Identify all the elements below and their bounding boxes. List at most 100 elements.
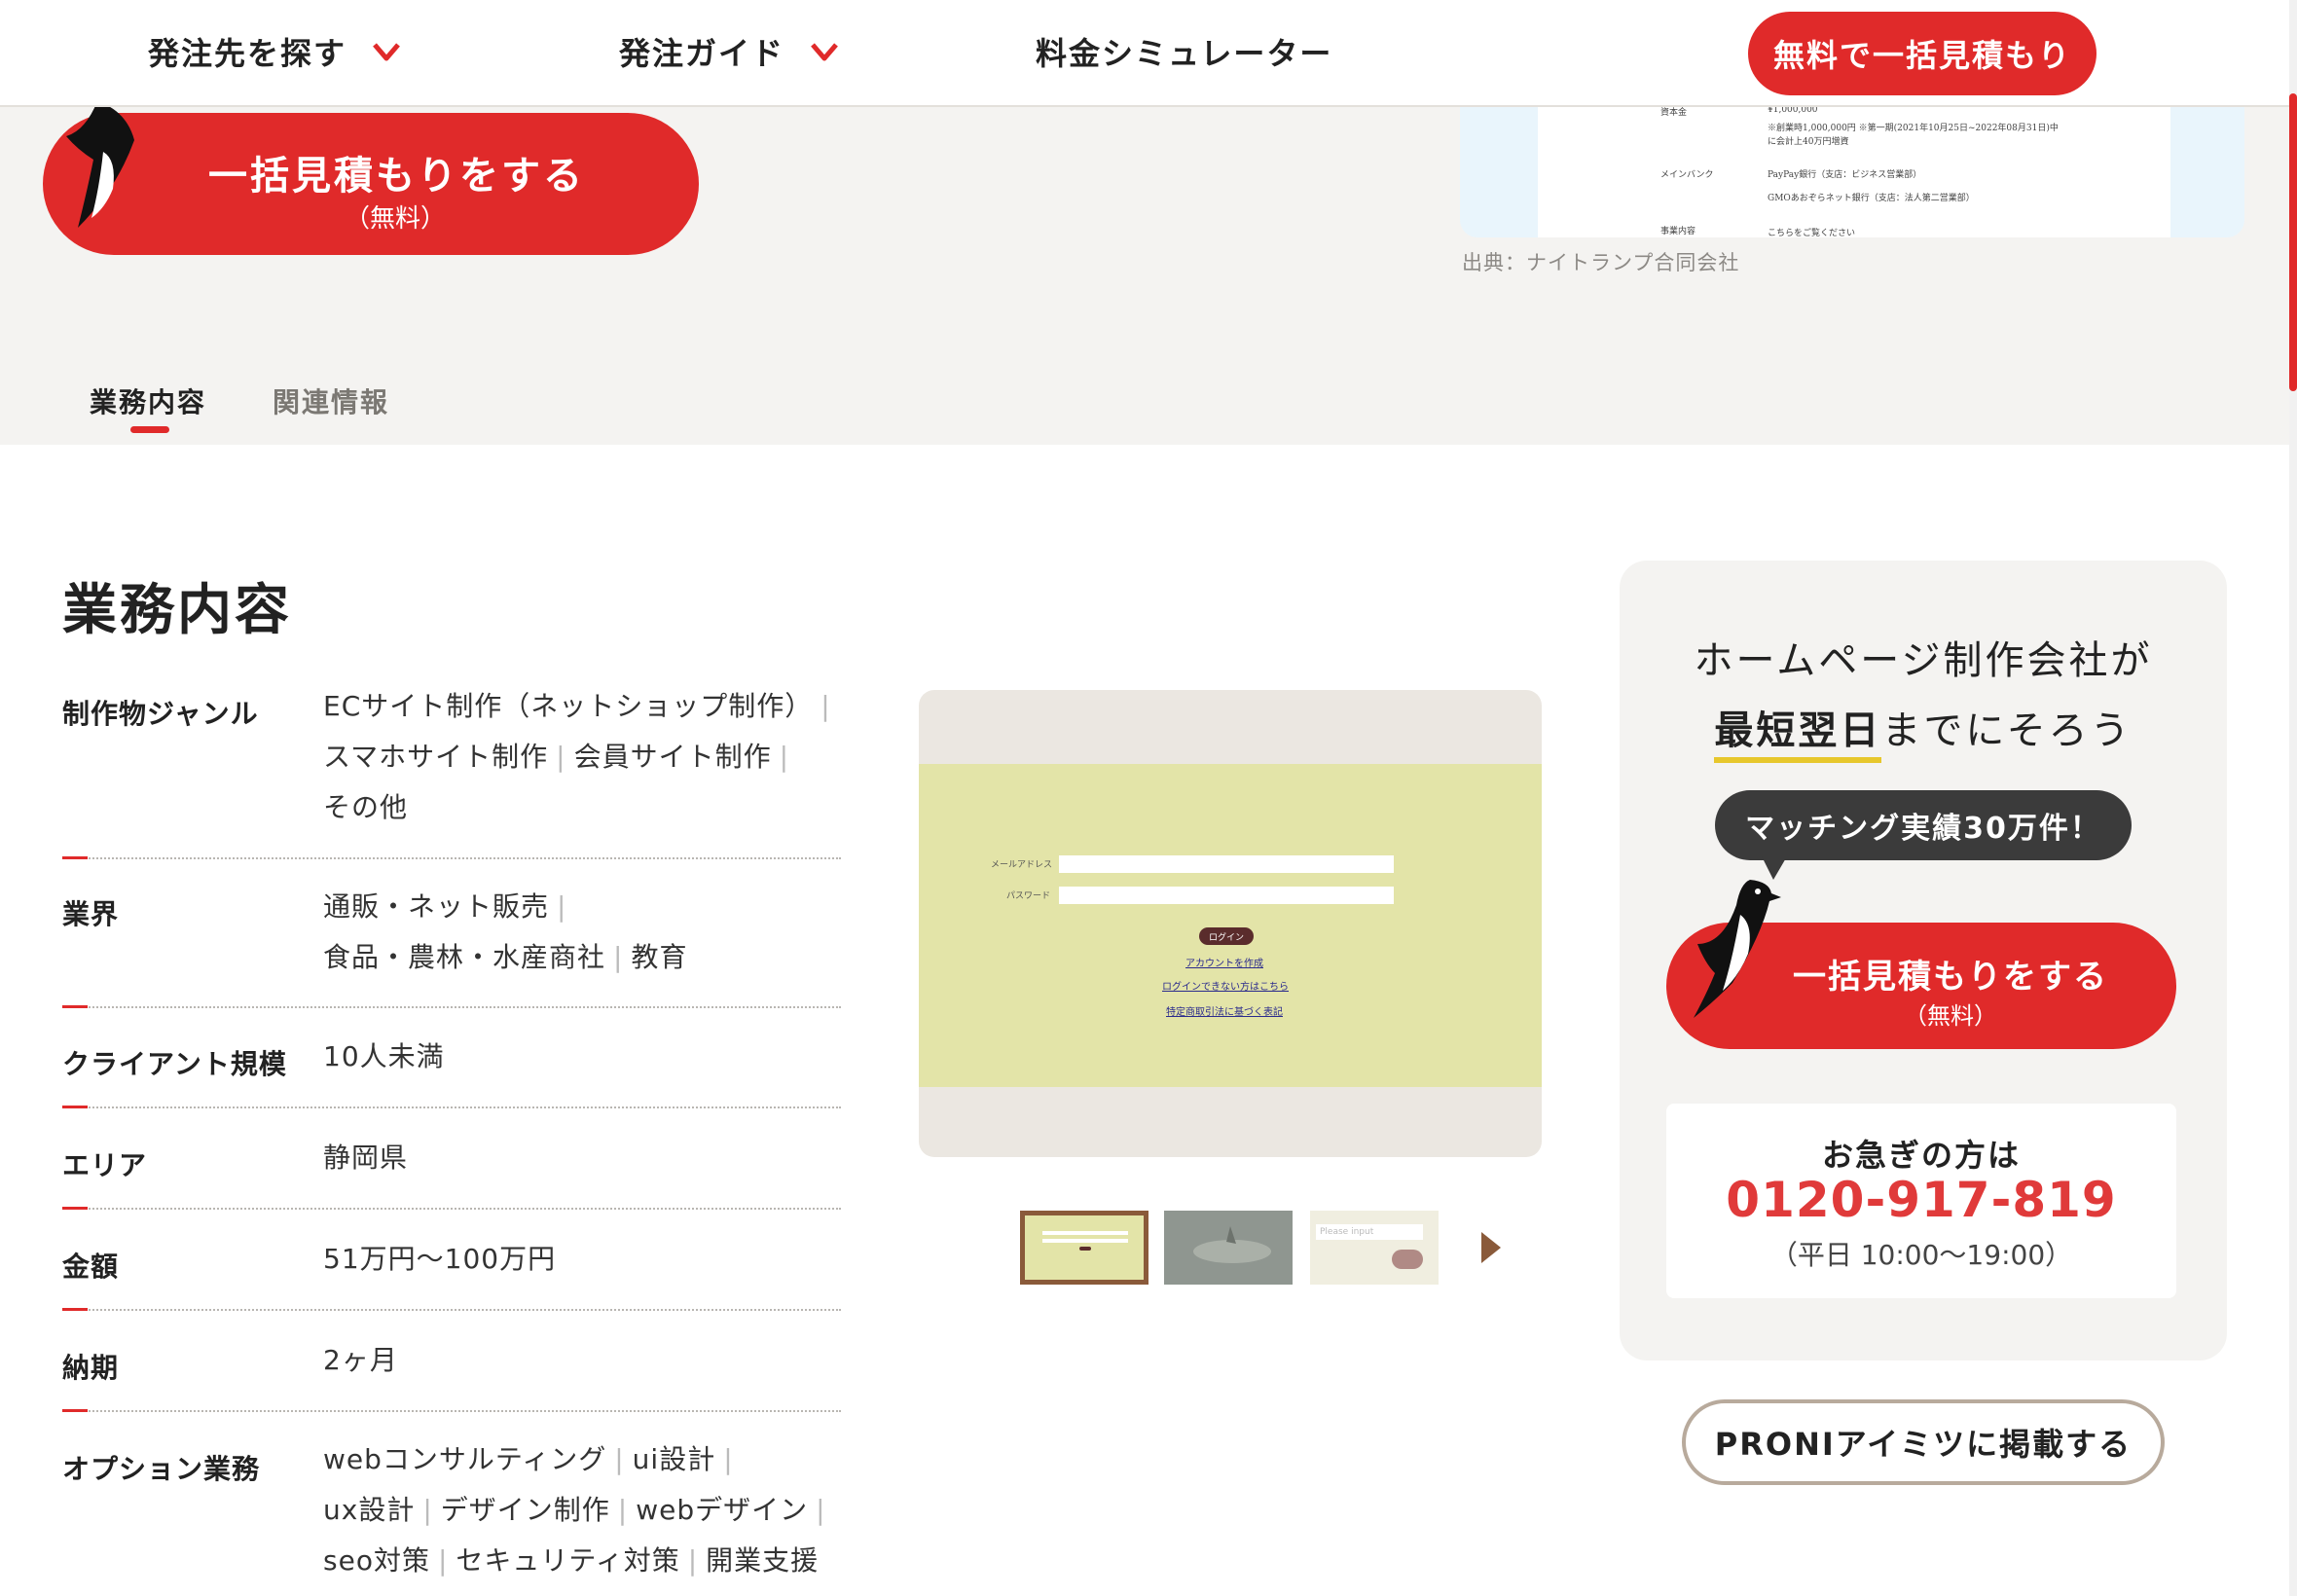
row-divider bbox=[62, 1410, 841, 1412]
login-button: ログイン bbox=[1199, 927, 1254, 945]
row-divider bbox=[62, 1106, 841, 1108]
spec-row-options: オプション業務 webコンサルティング | ui設計 | ux設計 | デザイン制作 | we… bbox=[62, 1443, 841, 1594]
create-account-link: アカウントを作成 bbox=[1185, 959, 1263, 969]
spec-label: エリア bbox=[62, 1149, 148, 1181]
password-label: パスワード bbox=[1006, 891, 1051, 901]
spec-value: 食品・農林・水産商社 bbox=[323, 941, 606, 973]
sidebar-highlight: 最短翌日 bbox=[1714, 708, 1882, 763]
spec-values: ECサイト制作（ネットショップ制作） | スマホサイト制作 | 会員サイト制作 | その… bbox=[323, 690, 831, 823]
spec-value: スマホサイト制作 bbox=[323, 741, 549, 773]
spec-value: webコンサルティング bbox=[323, 1443, 607, 1475]
spec-label: 制作物ジャンル bbox=[62, 698, 259, 730]
penguin-icon bbox=[1694, 880, 1781, 1018]
portfolio-screenshot: メールアドレス パスワード ログイン アカウントを作成 ログインできない方はこち… bbox=[919, 764, 1542, 1087]
site-header: 発注先を探す 発注ガイド 料金シミュレーター 無料で一括見積もり bbox=[0, 0, 2289, 107]
chevron-down-icon bbox=[811, 43, 838, 61]
spec-values: webコンサルティング | ui設計 | ux設計 | デザイン制作 | webデザイン | s… bbox=[323, 1443, 826, 1577]
row-accent bbox=[62, 1409, 88, 1412]
nav-label: 発注ガイド bbox=[619, 35, 785, 72]
row-accent bbox=[62, 856, 88, 859]
row-accent bbox=[62, 1005, 88, 1008]
scrollbar-thumb[interactable] bbox=[2289, 93, 2297, 391]
portfolio-image-viewer[interactable]: メールアドレス パスワード ログイン アカウントを作成 ログインできない方はこち… bbox=[919, 690, 1542, 1157]
spec-value: ECサイト制作（ネットショップ制作） bbox=[323, 690, 814, 722]
cta-label: 一括見積もりをする bbox=[208, 154, 585, 199]
phone-hours: （平日 10:00〜19:00） bbox=[1769, 1239, 2073, 1271]
image-credit: 出典：ナイトランプ合同会社 bbox=[1462, 251, 1740, 274]
thumb-search-button bbox=[1392, 1250, 1423, 1269]
doc-text: に会計上40万円増資 bbox=[1768, 137, 1849, 147]
spec-values: 静岡県 bbox=[323, 1133, 849, 1183]
cta-sublabel: （無料） bbox=[345, 204, 447, 234]
spec-row-area: エリア 静岡県 bbox=[62, 1142, 841, 1193]
spec-value: ux設計 bbox=[323, 1494, 416, 1526]
matching-badge: マッチング実績30万件！ bbox=[1715, 790, 2132, 860]
phone-number-link[interactable]: 0120-917-819 bbox=[1666, 1172, 2176, 1228]
spec-values: 通販・ネット販売 | 食品・農林・水産商社 | 教育 bbox=[323, 890, 688, 973]
active-tab-indicator bbox=[130, 426, 169, 433]
password-field bbox=[1059, 887, 1394, 904]
sidebar-title: ホームページ制作会社が bbox=[1694, 638, 2153, 683]
spec-label: 納期 bbox=[62, 1352, 120, 1384]
email-label: メールアドレス bbox=[991, 860, 1053, 870]
spec-row-industry: 業界 通販・ネット販売 | 食品・農林・水産商社 | 教育 bbox=[62, 889, 841, 987]
tab-related-info[interactable]: 関連情報 bbox=[273, 381, 389, 420]
cta-label: 一括見積もりをする bbox=[1793, 958, 2108, 997]
spec-label: 業界 bbox=[62, 898, 120, 930]
spec-label: オプション業務 bbox=[62, 1453, 261, 1485]
sidebar-subtitle: 最短翌日までにそろう bbox=[1620, 699, 2227, 763]
nav-find-vendor[interactable]: 発注先を探す bbox=[148, 29, 401, 74]
spec-value: 教育 bbox=[631, 941, 688, 973]
spec-row-price: 金額 51万円〜100万円 bbox=[62, 1243, 841, 1294]
company-doc-image: 資本金 ¥1,000,000 ※創業時1,000,000円 ※第一期(2021年… bbox=[1538, 107, 2170, 237]
spec-value: 通販・ネット販売 bbox=[323, 890, 550, 923]
email-field bbox=[1059, 855, 1394, 873]
spec-value: webデザイン bbox=[636, 1494, 809, 1526]
fish-image bbox=[1164, 1211, 1293, 1285]
spec-values: 2ヶ月 bbox=[323, 1335, 849, 1386]
spec-value: セキュリティ対策 bbox=[456, 1544, 680, 1577]
row-divider bbox=[62, 1309, 841, 1311]
sidebar-subtitle-rest: までにそろう bbox=[1881, 708, 2133, 753]
thumbnail-2[interactable] bbox=[1164, 1211, 1293, 1285]
doc-text: GMOあおぞらネット銀行（支店：法人第二営業部） bbox=[1768, 194, 1975, 203]
doc-text: メインバンク bbox=[1660, 170, 1714, 180]
nav-label: 料金シミュレーター bbox=[1036, 35, 1333, 72]
spec-value: 開業支援 bbox=[706, 1544, 820, 1577]
spec-value: ui設計 bbox=[632, 1443, 716, 1475]
doc-text: PayPay銀行（支店：ビジネス営業部） bbox=[1768, 170, 1922, 180]
spec-row-genre: 制作物ジャンル ECサイト制作（ネットショップ制作） | スマホサイト制作 | 会員サ… bbox=[62, 689, 841, 825]
doc-text: 資本金 bbox=[1660, 108, 1688, 118]
nav-label: 発注先を探す bbox=[148, 35, 347, 72]
tab-business[interactable]: 業務内容 bbox=[90, 381, 206, 420]
spec-value: 会員サイト制作 bbox=[573, 741, 772, 773]
legal-notice-link: 特定商取引法に基づく表記 bbox=[1166, 1007, 1283, 1018]
doc-text: ¥1,000,000 bbox=[1768, 107, 1818, 115]
spec-row-delivery: 納期 2ヶ月 bbox=[62, 1344, 841, 1396]
cta-sublabel: （無料） bbox=[1904, 1002, 1997, 1030]
row-accent bbox=[62, 1308, 88, 1311]
spec-row-client-size: クライアント規模 10人未満 bbox=[62, 1040, 841, 1092]
thumbnail-3[interactable]: Please input bbox=[1310, 1211, 1439, 1285]
section-heading: 業務内容 bbox=[62, 579, 292, 642]
penguin-icon bbox=[66, 101, 134, 228]
phone-title: お急ぎの方は bbox=[1821, 1137, 2021, 1174]
list-company-button[interactable]: PRONIアイミツに掲載する bbox=[1682, 1399, 2165, 1485]
spec-value: 静岡県 bbox=[323, 1142, 409, 1174]
thumbnail-1[interactable] bbox=[1020, 1211, 1148, 1285]
free-quote-button[interactable]: 無料で一括見積もり bbox=[1748, 12, 2096, 95]
doc-text: ※創業時1,000,000円 ※第一期(2021年10月25日~2022年08月… bbox=[1768, 124, 2059, 133]
nav-order-guide[interactable]: 発注ガイド bbox=[619, 29, 839, 74]
nav-price-simulator[interactable]: 料金シミュレーター bbox=[1036, 29, 1332, 74]
spec-value: seo対策 bbox=[323, 1544, 430, 1577]
row-accent bbox=[62, 1106, 88, 1108]
spec-label: 金額 bbox=[62, 1251, 120, 1283]
chevron-down-icon bbox=[373, 43, 400, 61]
chevron-right-icon[interactable] bbox=[1479, 1230, 1503, 1265]
spec-values: 10人未満 bbox=[323, 1032, 849, 1082]
spec-value: デザイン制作 bbox=[440, 1494, 610, 1526]
spec-label: クライアント規模 bbox=[62, 1048, 287, 1080]
row-divider bbox=[62, 1006, 841, 1008]
spec-value: 2ヶ月 bbox=[323, 1344, 398, 1376]
doc-text: 事業内容 bbox=[1660, 227, 1696, 236]
